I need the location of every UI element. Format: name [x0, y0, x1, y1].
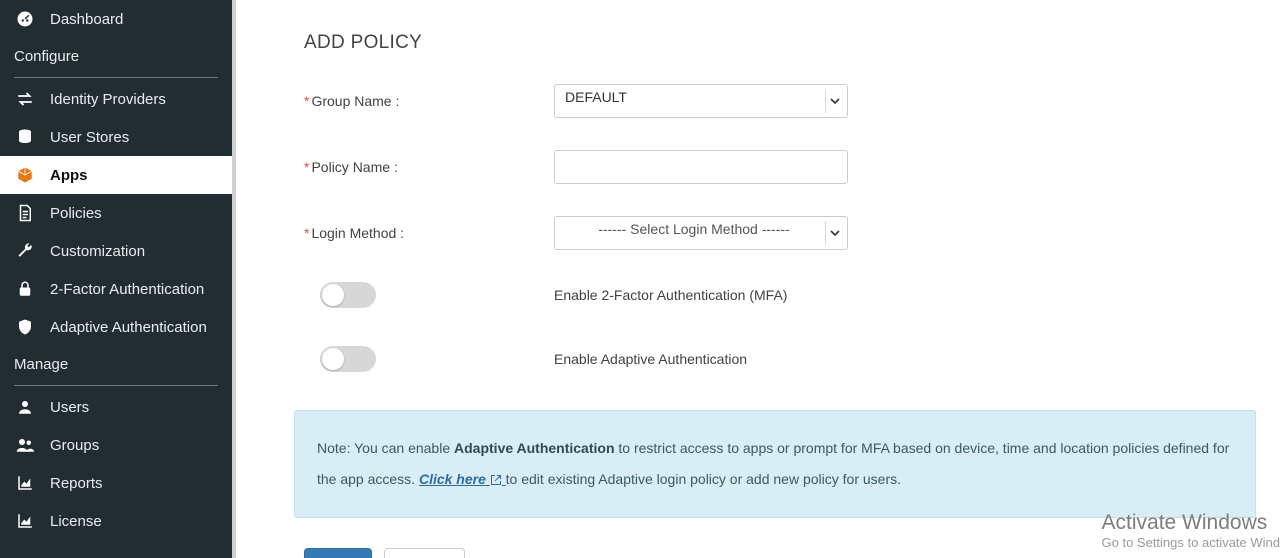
- page-title: ADD POLICY: [304, 32, 1256, 54]
- sidebar-item-apps[interactable]: Apps: [0, 156, 232, 194]
- sidebar-item-policies[interactable]: Policies: [0, 194, 232, 232]
- sidebar-item-dashboard[interactable]: Dashboard: [0, 0, 232, 38]
- sidebar-item-customization[interactable]: Customization: [0, 232, 232, 270]
- sidebar-section-configure: Configure: [0, 38, 232, 75]
- label-policy-name: *Policy Name :: [304, 159, 554, 175]
- cancel-button[interactable]: Cancel: [384, 548, 465, 558]
- sidebar-label-2fa: 2-Factor Authentication: [50, 281, 204, 298]
- database-icon: [14, 128, 36, 146]
- row-adaptive: Enable Adaptive Authentication: [320, 346, 1256, 372]
- row-login-method: *Login Method : ------ Select Login Meth…: [304, 216, 1256, 250]
- info-note: Note: You can enable Adaptive Authentica…: [294, 410, 1256, 518]
- sidebar: Dashboard Configure Identity Providers U…: [0, 0, 236, 558]
- sidebar-label-idp: Identity Providers: [50, 91, 166, 108]
- chart-icon: [14, 474, 36, 492]
- button-row: Save Cancel: [304, 548, 1256, 558]
- label-enable-adaptive: Enable Adaptive Authentication: [554, 351, 747, 367]
- select-group-name[interactable]: DEFAULT: [554, 84, 848, 118]
- label-enable-mfa: Enable 2-Factor Authentication (MFA): [554, 287, 787, 303]
- label-group-name: *Group Name :: [304, 93, 554, 109]
- sidebar-label-dashboard: Dashboard: [50, 11, 123, 28]
- chart-icon: [14, 512, 36, 530]
- sidebar-section-manage: Manage: [0, 346, 232, 383]
- link-click-here[interactable]: Click here: [419, 471, 506, 487]
- sidebar-item-2fa[interactable]: 2-Factor Authentication: [0, 270, 232, 308]
- input-policy-name[interactable]: [554, 150, 848, 184]
- shield-icon: [14, 318, 36, 336]
- label-login-method: *Login Method :: [304, 225, 554, 241]
- sidebar-label-customization: Customization: [50, 243, 145, 260]
- sidebar-item-license[interactable]: License: [0, 502, 232, 540]
- dashboard-icon: [14, 10, 36, 28]
- sidebar-item-adaptive[interactable]: Adaptive Authentication: [0, 308, 232, 346]
- box-icon: [14, 166, 36, 184]
- exchange-icon: [14, 90, 36, 108]
- sidebar-item-user-stores[interactable]: User Stores: [0, 118, 232, 156]
- toggle-mfa[interactable]: [320, 282, 376, 308]
- main-content: ADD POLICY *Group Name : DEFAULT *Policy…: [240, 0, 1280, 558]
- user-icon: [14, 398, 36, 416]
- sidebar-label-adaptive: Adaptive Authentication: [50, 319, 207, 336]
- sidebar-label-policies: Policies: [50, 205, 102, 222]
- save-button[interactable]: Save: [304, 548, 372, 558]
- sidebar-label-users: Users: [50, 399, 89, 416]
- sidebar-label-user-stores: User Stores: [50, 129, 129, 146]
- users-icon: [14, 436, 36, 454]
- sidebar-label-license: License: [50, 513, 102, 530]
- sidebar-label-apps: Apps: [50, 167, 88, 184]
- row-mfa: Enable 2-Factor Authentication (MFA): [320, 282, 1256, 308]
- sidebar-item-groups[interactable]: Groups: [0, 426, 232, 464]
- wrench-icon: [14, 242, 36, 260]
- select-login-method[interactable]: ------ Select Login Method ------: [554, 216, 848, 250]
- row-group-name: *Group Name : DEFAULT: [304, 84, 1256, 118]
- lock-icon: [14, 280, 36, 298]
- document-icon: [14, 204, 36, 222]
- toggle-adaptive[interactable]: [320, 346, 376, 372]
- row-policy-name: *Policy Name :: [304, 150, 1256, 184]
- sidebar-label-reports: Reports: [50, 475, 103, 492]
- sidebar-label-groups: Groups: [50, 437, 99, 454]
- sidebar-item-identity-providers[interactable]: Identity Providers: [0, 80, 232, 118]
- sidebar-item-users[interactable]: Users: [0, 388, 232, 426]
- sidebar-item-reports[interactable]: Reports: [0, 464, 232, 502]
